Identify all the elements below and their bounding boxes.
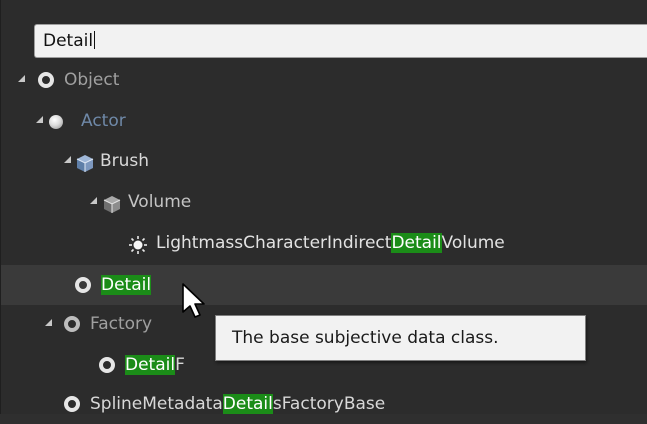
tree-row-actor[interactable]: Actor — [1, 101, 647, 141]
search-match-highlight: Detail — [125, 355, 176, 375]
tree-row-brush[interactable]: Brush — [1, 141, 647, 181]
circle-ring-icon — [38, 72, 54, 88]
sphere-icon — [49, 115, 63, 129]
class-picker-panel: Detail Object Actor Brush Volume Lightma… — [0, 0, 647, 414]
cube-icon — [103, 196, 121, 213]
tree-row-spline-factory[interactable]: SplineMetadataDetailsFactoryBase — [1, 384, 647, 424]
tooltip-text: The base subjective data class. — [232, 328, 499, 348]
tree-row-object[interactable]: Object — [1, 60, 647, 100]
light-bulb-icon — [129, 236, 147, 254]
circle-ring-icon — [64, 316, 80, 332]
expanded-arrow-icon[interactable] — [45, 319, 52, 326]
tree-label-actor: Actor — [81, 111, 126, 131]
expanded-arrow-icon[interactable] — [18, 75, 25, 82]
expanded-arrow-icon[interactable] — [90, 197, 97, 204]
search-match-highlight: Detail — [391, 233, 442, 253]
expanded-arrow-icon[interactable] — [64, 156, 71, 163]
circle-ring-icon — [64, 396, 80, 412]
search-match-highlight: Detail — [101, 275, 152, 295]
mouse-pointer-icon — [182, 283, 205, 318]
tree-label-object: Object — [64, 70, 120, 90]
tree-label-detail: Detail — [101, 273, 152, 297]
search-match-highlight: Detail — [222, 394, 273, 414]
tree-label-factory: Factory — [90, 314, 153, 334]
search-input-value: Detail — [43, 31, 96, 51]
tree-label-detail-factory: DetailF — [125, 355, 185, 375]
tree-label-volume: Volume — [128, 192, 192, 212]
expanded-arrow-icon[interactable] — [36, 116, 43, 123]
text-caret — [94, 31, 96, 49]
circle-ring-icon — [75, 277, 91, 293]
tree-label-spline-factory: SplineMetadataDetailsFactoryBase — [90, 394, 386, 414]
search-input[interactable]: Detail — [34, 24, 647, 58]
tree-label-lightmass-volume: LightmassCharacterIndirectDetailVolume — [156, 233, 505, 253]
circle-ring-icon — [99, 357, 115, 373]
tree-row-volume[interactable]: Volume — [1, 182, 647, 222]
class-tooltip: The base subjective data class. — [215, 315, 586, 361]
cube-icon — [76, 155, 94, 172]
tree-label-brush: Brush — [100, 151, 150, 171]
tree-row-detail[interactable]: Detail — [1, 265, 647, 305]
tree-row-lightmass-volume[interactable]: LightmassCharacterIndirectDetailVolume — [1, 223, 647, 263]
